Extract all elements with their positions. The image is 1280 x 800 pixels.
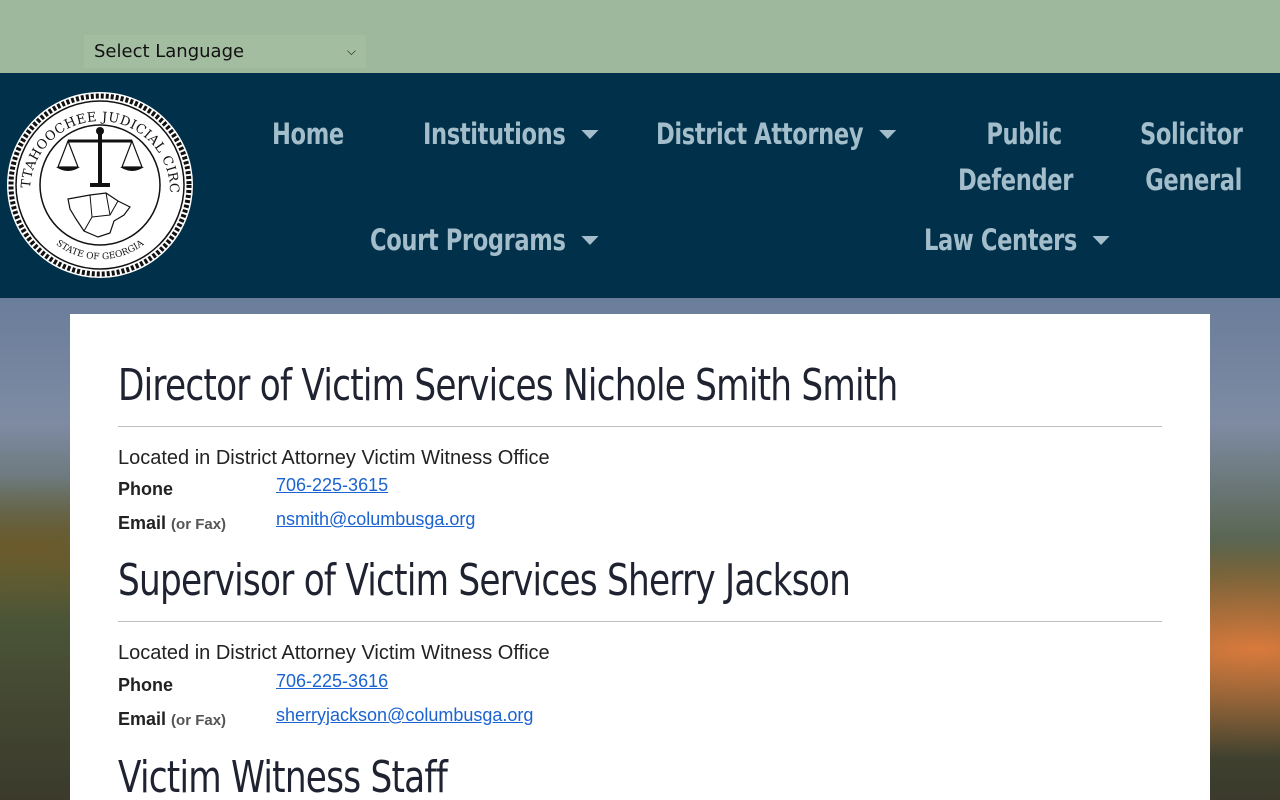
section-title: Victim Witness Staff xyxy=(118,752,448,800)
language-select-value: Select Language xyxy=(94,41,245,62)
email-label-sub: (or Fax) xyxy=(171,516,227,533)
email-link[interactable]: nsmith@columbusga.org xyxy=(276,509,475,530)
caret-down-icon xyxy=(878,129,896,139)
circuit-seal-logo[interactable]: CHATTAHOOCHEE JUDICIAL CIRCUIT STATE OF … xyxy=(6,91,194,279)
top-bar: Select Language ⌵ xyxy=(0,0,1280,73)
location-text: Located in District Attorney Victim Witn… xyxy=(118,642,550,664)
site-header: CHATTAHOOCHEE JUDICIAL CIRCUIT STATE OF … xyxy=(0,73,1280,298)
chevron-down-icon: ⌵ xyxy=(346,44,356,58)
email-label-text: Email xyxy=(118,513,167,533)
nav-solicitor-general-label-1: Solicitor xyxy=(1140,117,1243,151)
divider xyxy=(118,621,1162,622)
nav-court-programs-label: Court Programs xyxy=(370,223,566,257)
nav-home-label: Home xyxy=(272,117,344,151)
nav-district-attorney[interactable]: District Attorney xyxy=(656,111,896,157)
caret-down-icon xyxy=(581,129,599,139)
language-select[interactable]: Select Language ⌵ xyxy=(84,35,366,68)
divider xyxy=(118,426,1162,427)
location-text: Located in District Attorney Victim Witn… xyxy=(118,447,550,469)
nav-public-defender[interactable]: Public Defender xyxy=(958,111,1073,203)
phone-link[interactable]: 706-225-3615 xyxy=(276,475,388,496)
nav-solicitor-general-label-2: General xyxy=(1145,163,1242,197)
nav-institutions[interactable]: Institutions xyxy=(423,111,599,157)
phone-label: Phone xyxy=(118,479,173,500)
nav-institutions-label: Institutions xyxy=(423,117,566,151)
phone-label: Phone xyxy=(118,675,173,696)
nav-court-programs[interactable]: Court Programs xyxy=(370,217,599,263)
email-link[interactable]: sherryjackson@columbusga.org xyxy=(276,705,533,726)
email-label: Email (or Fax) xyxy=(118,709,226,730)
nav-district-attorney-label: District Attorney xyxy=(656,117,864,151)
nav-solicitor-general[interactable]: Solicitor General xyxy=(1140,111,1243,203)
section-title: Supervisor of Victim Services Sherry Jac… xyxy=(118,555,851,606)
section-title: Director of Victim Services Nichole Smit… xyxy=(118,360,898,411)
email-label-sub: (or Fax) xyxy=(171,712,227,729)
email-label-text: Email xyxy=(118,709,167,729)
nav-law-centers[interactable]: Law Centers xyxy=(924,217,1110,263)
caret-down-icon xyxy=(581,235,599,245)
nav-law-centers-label: Law Centers xyxy=(924,223,1077,257)
nav-home[interactable]: Home xyxy=(272,111,344,157)
nav-public-defender-label-2: Defender xyxy=(958,163,1073,197)
nav-public-defender-label-1: Public xyxy=(986,117,1062,151)
caret-down-icon xyxy=(1092,235,1110,245)
phone-link[interactable]: 706-225-3616 xyxy=(276,671,388,692)
email-label: Email (or Fax) xyxy=(118,513,226,534)
phone-label-text: Phone xyxy=(118,675,174,695)
phone-label-text: Phone xyxy=(118,479,174,499)
